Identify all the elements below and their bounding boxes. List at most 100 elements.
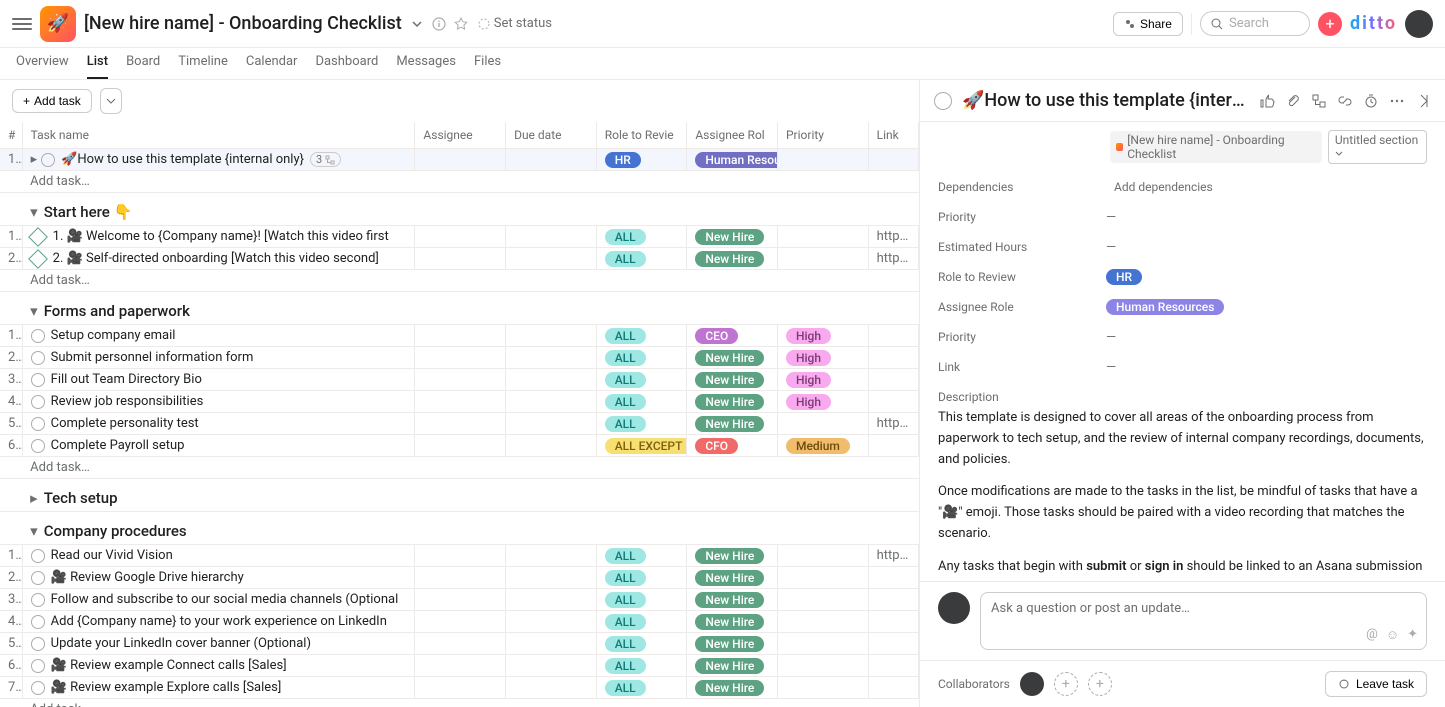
col-role[interactable]: Role to Revie [596,122,687,149]
sidebar-toggle[interactable] [12,14,32,34]
table-row[interactable]: 1Read our Vivid VisionALLNew Hirehttps:/… [0,545,919,567]
field-hours-value[interactable]: — [1106,240,1116,255]
pill[interactable]: New Hire [695,372,764,388]
add-collaborator-button-2[interactable]: + [1088,672,1112,696]
table-row[interactable]: 6Complete Payroll setupALL EXCEPT HRCFOM… [0,435,919,457]
add-task-button[interactable]: +Add task [12,89,92,113]
table-row[interactable]: 2🎥 Review Google Drive hierarchyALLNew H… [0,567,919,589]
link-cell[interactable] [868,435,918,457]
pill[interactable]: Medium [786,438,850,454]
add-collaborator-button[interactable]: + [1054,672,1078,696]
search-input[interactable]: Search [1200,11,1310,36]
pill[interactable]: New Hire [695,394,764,410]
complete-task-check[interactable] [934,92,952,110]
nav-messages[interactable]: Messages [396,54,456,79]
link-cell[interactable] [868,677,918,699]
link-cell[interactable] [868,369,918,391]
table-row[interactable]: 11. 🎥 Welcome to {Company name}! [Watch … [0,226,919,248]
nav-overview[interactable]: Overview [16,54,69,79]
complete-check[interactable] [31,615,45,629]
field-role-value[interactable]: HR [1106,269,1142,285]
star-icon[interactable] [452,15,470,33]
task-name[interactable]: 1. 🎥 Welcome to {Company name}! [Watch t… [53,229,389,244]
col-priority[interactable]: Priority [777,122,868,149]
nav-board[interactable]: Board [126,54,160,79]
pill[interactable]: ALL [605,372,646,388]
task-name[interactable]: Follow and subscribe to our social media… [51,592,399,607]
info-icon[interactable] [430,15,448,33]
pill[interactable]: New Hire [695,229,764,245]
table-row[interactable]: 3Fill out Team Directory BioALLNew HireH… [0,369,919,391]
section-header[interactable]: ▾Start here 👇 [22,193,918,226]
field-link-value[interactable]: — [1106,360,1116,375]
subtask-icon[interactable] [1311,93,1327,109]
add-task-row[interactable]: Add task… [22,457,918,479]
link-cell[interactable]: https://ww [868,413,918,435]
task-name[interactable]: Fill out Team Directory Bio [51,372,202,387]
field-arole-value[interactable]: Human Resources [1106,299,1224,315]
table-row[interactable]: 5Complete personality testALLNew Hirehtt… [0,413,919,435]
share-button[interactable]: Share [1113,12,1183,36]
table-row[interactable]: 2Submit personnel information formALLNew… [0,347,919,369]
pill[interactable]: HR [605,152,641,168]
col-link[interactable]: Link [868,122,918,149]
complete-check[interactable] [31,593,45,607]
pill[interactable]: ALL [605,251,646,267]
set-status-button[interactable]: Set status [478,16,552,31]
table-row[interactable]: 6🎥 Review example Connect calls [Sales]A… [0,655,919,677]
link-cell[interactable] [868,567,918,589]
task-name[interactable]: Add {Company name} to your work experien… [51,614,387,629]
copy-link-icon[interactable] [1337,93,1353,109]
add-task-row[interactable]: Add task… [22,270,918,292]
pill[interactable]: New Hire [695,251,764,267]
section-header[interactable]: ▸Tech setup [22,479,918,512]
field-priority-value[interactable]: — [1106,210,1116,225]
col-num[interactable]: # [0,122,22,149]
task-name[interactable]: 🎥 Review example Explore calls [Sales] [51,680,282,695]
pill[interactable]: New Hire [695,658,764,674]
pill[interactable]: New Hire [695,548,764,564]
complete-check[interactable] [31,373,45,387]
link-cell[interactable] [868,325,918,347]
pill[interactable]: ALL [605,614,646,630]
pill[interactable]: ALL [605,570,646,586]
link-cell[interactable]: https://ww [868,248,918,270]
section-collapse-icon[interactable]: ▾ [30,203,38,221]
user-avatar[interactable] [1405,10,1433,38]
table-row[interactable]: 1▸🚀How to use this template {internal on… [0,149,919,171]
task-name[interactable]: Update your LinkedIn cover banner (Optio… [51,636,311,651]
pill[interactable]: High [786,394,831,410]
add-task-row[interactable]: Add task… [22,699,918,707]
col-arole[interactable]: Assignee Rol [687,122,778,149]
link-cell[interactable] [868,347,918,369]
task-name[interactable]: Submit personnel information form [51,350,254,365]
task-name[interactable]: Complete Payroll setup [51,438,185,453]
nav-list[interactable]: List [87,54,108,79]
table-row[interactable]: 4Review job responsibilitiesALLNew HireH… [0,391,919,413]
nav-calendar[interactable]: Calendar [246,54,298,79]
expand-subtasks-icon[interactable]: ▸ [31,152,38,167]
link-cell[interactable] [868,589,918,611]
col-name[interactable]: Task name [22,122,415,149]
link-cell[interactable] [868,611,918,633]
task-name[interactable]: Review job responsibilities [51,394,204,409]
more-icon[interactable] [1389,93,1405,109]
complete-check[interactable] [31,659,45,673]
link-cell[interactable] [868,149,918,171]
like-icon[interactable] [1259,93,1275,109]
nav-files[interactable]: Files [474,54,501,79]
table-row[interactable]: 7🎥 Review example Explore calls [Sales]A… [0,677,919,699]
task-name[interactable]: Complete personality test [51,416,199,431]
complete-check[interactable] [31,571,45,585]
link-cell[interactable]: https://ww [868,226,918,248]
pill[interactable]: ALL EXCEPT HR [605,438,687,454]
pill[interactable]: ALL [605,636,646,652]
section-header[interactable]: ▾Company procedures [22,512,918,545]
pill[interactable]: New Hire [695,636,764,652]
complete-check[interactable] [31,439,45,453]
task-name[interactable]: 🎥 Review Google Drive hierarchy [51,570,244,585]
pill[interactable]: ALL [605,548,646,564]
pill[interactable]: Human Resources [695,152,777,168]
pill[interactable]: ALL [605,592,646,608]
table-row[interactable]: 4Add {Company name} to your work experie… [0,611,919,633]
